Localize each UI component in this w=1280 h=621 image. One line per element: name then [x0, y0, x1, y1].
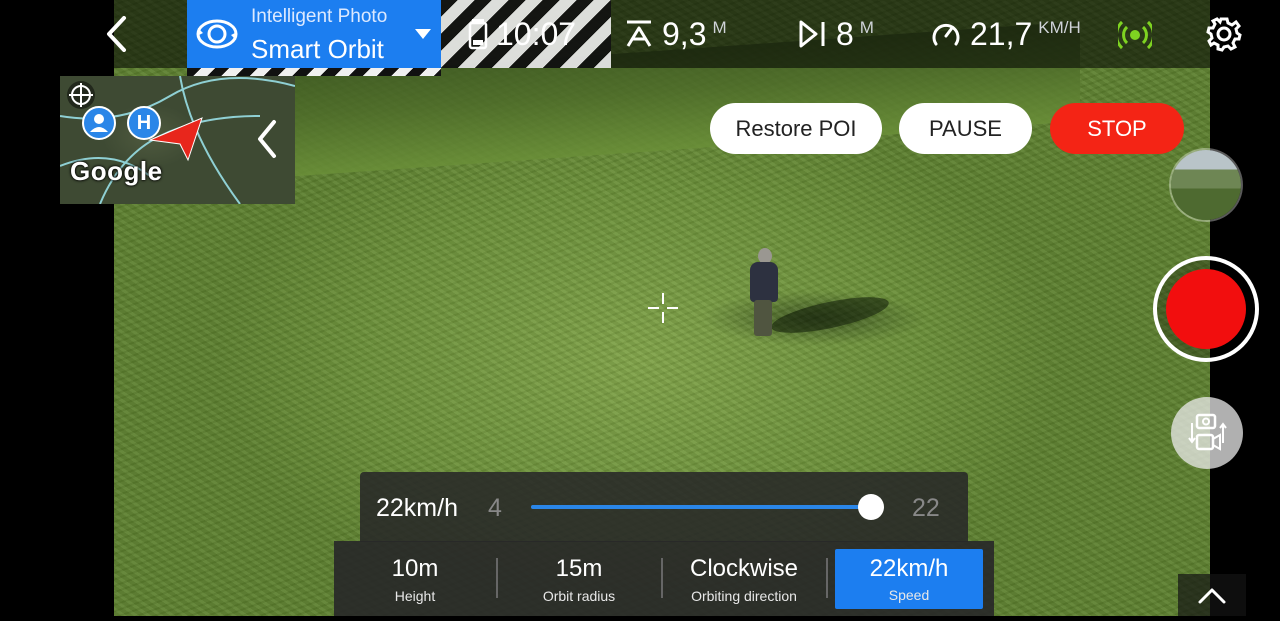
param-divider [826, 558, 828, 598]
mode-subtitle: Intelligent Photo [251, 6, 388, 27]
map-collapse-button[interactable] [250, 116, 284, 162]
switch-photo-video-button[interactable] [1171, 397, 1243, 469]
orbit-parameter-bar: 10m Height 15m Orbit radius Clockwise Or… [334, 541, 994, 616]
altitude-unit: M [712, 18, 727, 37]
param-orbit-radius[interactable]: 15m Orbit radius [506, 541, 652, 616]
record-dot [1166, 269, 1246, 349]
param-speed-label: Speed [888, 587, 930, 603]
param-speed-value: 22km/h [869, 555, 949, 582]
battery-time-readout: 10:07 [468, 14, 576, 54]
restore-poi-button[interactable]: Restore POI [710, 103, 882, 154]
speed-unit: KM/H [1038, 18, 1081, 37]
battery-icon [468, 19, 488, 50]
param-height[interactable]: 10m Height [342, 541, 488, 616]
switch-photo-video-icon [1188, 413, 1227, 451]
gallery-thumbnail[interactable] [1171, 150, 1241, 220]
param-divider [496, 558, 498, 598]
signal-icon [1118, 20, 1152, 50]
param-speed[interactable]: 22km/h Speed [835, 549, 983, 609]
speed-readout: 21,7 KM/H [930, 14, 1081, 54]
altitude-readout: 9,3 M [624, 14, 727, 54]
subject-person [744, 248, 784, 340]
user-pin-icon [82, 106, 116, 140]
distance-value: 8 [836, 15, 854, 52]
battery-time-value: 10:07 [496, 15, 577, 52]
param-height-label: Height [394, 588, 436, 604]
speed-max-label: 22 [912, 494, 940, 522]
altitude-value: 9,3 [662, 15, 707, 52]
speed-slider-fill [531, 505, 871, 509]
mode-title: Smart Orbit [251, 34, 384, 64]
hazard-stripes-bottom [187, 68, 441, 76]
caret-down-icon [415, 29, 431, 39]
param-orbit-direction-label: Orbiting direction [691, 588, 797, 604]
pause-button[interactable]: PAUSE [899, 103, 1032, 154]
param-orbit-direction-value: Clockwise [689, 555, 799, 582]
mini-map[interactable]: H Google [60, 76, 295, 204]
speedometer-icon [932, 23, 960, 46]
distance-readout: 8 M [798, 14, 874, 54]
speed-slider-knob[interactable] [858, 494, 884, 520]
param-divider [661, 558, 663, 598]
crosshair-target-icon[interactable] [66, 80, 96, 110]
subject-shadow [768, 289, 892, 341]
speed-slider[interactable] [531, 494, 884, 520]
back-button[interactable] [96, 14, 136, 54]
speed-min-label: 4 [488, 494, 502, 522]
altitude-icon [626, 20, 652, 47]
stop-button[interactable]: STOP [1050, 103, 1184, 154]
distance-icon [799, 20, 825, 48]
chevron-up-icon [1198, 588, 1226, 604]
chevron-left-icon [107, 16, 126, 52]
orbit-icon [196, 19, 238, 49]
param-height-value: 10m [391, 555, 439, 582]
distance-unit: M [859, 18, 874, 37]
center-crosshair-icon [648, 293, 678, 323]
param-orbit-radius-value: 15m [555, 555, 603, 582]
speed-slider-panel: 22km/h 4 22 [360, 472, 968, 542]
param-orbit-direction[interactable]: Clockwise Orbiting direction [668, 541, 820, 616]
expand-panel-button[interactable] [1178, 574, 1246, 616]
record-button[interactable] [1153, 256, 1259, 362]
param-orbit-radius-label: Orbit radius [542, 588, 616, 604]
flight-mode-selector[interactable]: Intelligent Photo Smart Orbit [187, 0, 441, 68]
speed-value: 21,7 [970, 15, 1033, 52]
gear-icon[interactable] [1203, 13, 1245, 55]
speed-current-label: 22km/h [376, 494, 458, 522]
map-provider-logo: Google [70, 156, 163, 186]
